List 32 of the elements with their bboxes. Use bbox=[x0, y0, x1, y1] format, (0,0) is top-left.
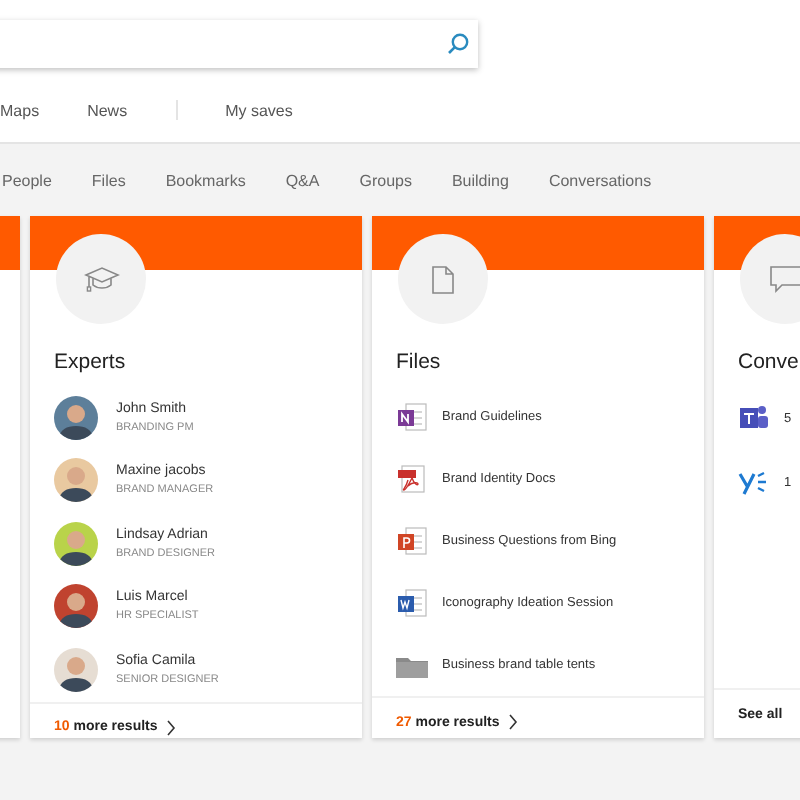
chat-bubble-icon bbox=[769, 265, 800, 293]
teams-icon bbox=[738, 404, 770, 432]
nav-link[interactable]: News bbox=[87, 101, 128, 119]
folder-icon bbox=[396, 653, 428, 677]
nav-link[interactable]: My saves bbox=[225, 101, 293, 119]
chevron-right-icon bbox=[507, 714, 518, 730]
category-tab[interactable]: Conversations bbox=[548, 172, 652, 200]
word-icon bbox=[396, 588, 428, 618]
pdf-icon bbox=[396, 464, 428, 494]
powerpoint-icon bbox=[396, 526, 428, 556]
category-tab[interactable]: People bbox=[2, 172, 52, 200]
category-tab[interactable]: Building bbox=[451, 172, 509, 200]
card-title: Files bbox=[396, 350, 443, 374]
category-tab[interactable]: Q&A bbox=[285, 172, 320, 200]
avatar bbox=[54, 458, 98, 503]
category-tab[interactable]: Bookmarks bbox=[165, 172, 246, 200]
onenote-icon bbox=[396, 402, 428, 432]
category-tab[interactable]: Groups bbox=[359, 172, 412, 200]
yammer-icon bbox=[738, 468, 770, 496]
card-title: Conve bbox=[738, 350, 800, 374]
graduation-cap-icon bbox=[83, 265, 119, 293]
avatar bbox=[54, 647, 98, 692]
nav-link[interactable]: Maps bbox=[0, 101, 40, 119]
category-tab[interactable]: Files bbox=[91, 172, 126, 200]
avatar bbox=[54, 521, 98, 566]
search-field[interactable] bbox=[0, 20, 478, 68]
document-icon bbox=[432, 265, 454, 293]
avatar bbox=[54, 395, 98, 440]
card-title: Experts bbox=[54, 350, 128, 374]
avatar bbox=[54, 584, 98, 629]
search-icon[interactable] bbox=[446, 32, 470, 56]
chevron-right-icon bbox=[165, 719, 176, 735]
